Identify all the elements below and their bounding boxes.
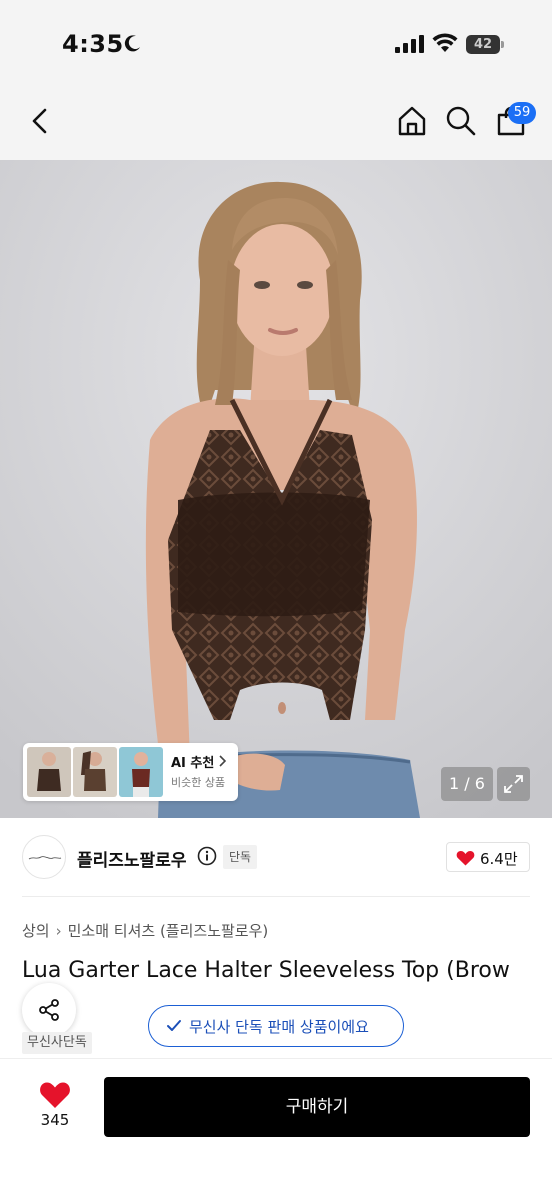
back-chevron-icon[interactable] [24, 104, 56, 138]
cellular-signal-icon [395, 35, 424, 53]
check-icon [167, 1020, 181, 1031]
breadcrumb-item[interactable]: 상의 [22, 922, 50, 940]
brand-logo[interactable] [22, 835, 66, 879]
battery-indicator: 42 [466, 35, 504, 54]
brand-name[interactable]: 플리즈노팔로우 [77, 846, 186, 871]
ai-recommend-subtitle: 비슷한 상품 [171, 776, 226, 789]
chevron-right-icon: › [55, 922, 62, 940]
share-icon [39, 999, 59, 1021]
similar-product-thumbnail[interactable] [27, 747, 71, 797]
product-title: Lua Garter Lace Halter Sleeveless Top (B… [22, 958, 510, 983]
home-icon[interactable] [396, 104, 428, 138]
brand-logo-mark [28, 856, 62, 860]
wifi-icon [432, 33, 458, 52]
buy-button[interactable]: 구매하기 [104, 1077, 530, 1137]
share-button[interactable] [22, 983, 76, 1037]
exclusive-notice-text: 무신사 단독 판매 상품이에요 [189, 1018, 369, 1036]
divider [22, 896, 530, 897]
status-time: 4:35 [62, 30, 124, 58]
search-icon[interactable] [445, 105, 477, 137]
image-page-counter: 1 / 6 [441, 767, 493, 801]
status-bar: 4:35 42 [0, 0, 552, 90]
chevron-right-icon [219, 755, 227, 767]
ai-recommend-title: AI 추천 [171, 756, 215, 771]
exclusive-notice-pill[interactable]: 무신사 단독 판매 상품이에요 [148, 1005, 404, 1047]
similar-product-thumbnail[interactable] [73, 747, 117, 797]
heart-icon[interactable] [39, 1081, 71, 1109]
musinsa-exclusive-tag: 무신사단독 [22, 1032, 92, 1054]
battery-level: 42 [473, 37, 493, 52]
product-like-count: 345 [40, 1111, 70, 1129]
top-nav-bar: 59 [0, 90, 552, 160]
brand-like-count: 6.4만 [480, 850, 518, 868]
heart-icon [456, 851, 475, 866]
product-photo-illustration [0, 160, 552, 818]
brand-like-button[interactable]: 6.4만 [446, 842, 530, 872]
info-icon[interactable] [197, 846, 217, 866]
exclusive-tag: 단독 [223, 845, 258, 869]
bottom-action-bar: 345 구매하기 [0, 1058, 552, 1200]
breadcrumb: 상의 › 민소매 티셔츠 (플리즈노팔로우) [22, 920, 268, 941]
cart-count-badge: 59 [508, 102, 536, 124]
expand-image-button[interactable] [497, 767, 530, 801]
do-not-disturb-moon-icon [124, 35, 140, 52]
expand-icon [504, 775, 523, 793]
product-image[interactable] [0, 160, 552, 818]
similar-product-thumbnail[interactable] [119, 747, 163, 797]
breadcrumb-item[interactable]: 민소매 티셔츠 (플리즈노팔로우) [68, 922, 269, 940]
ai-recommend-card[interactable]: AI 추천 비슷한 상품 [23, 743, 238, 801]
